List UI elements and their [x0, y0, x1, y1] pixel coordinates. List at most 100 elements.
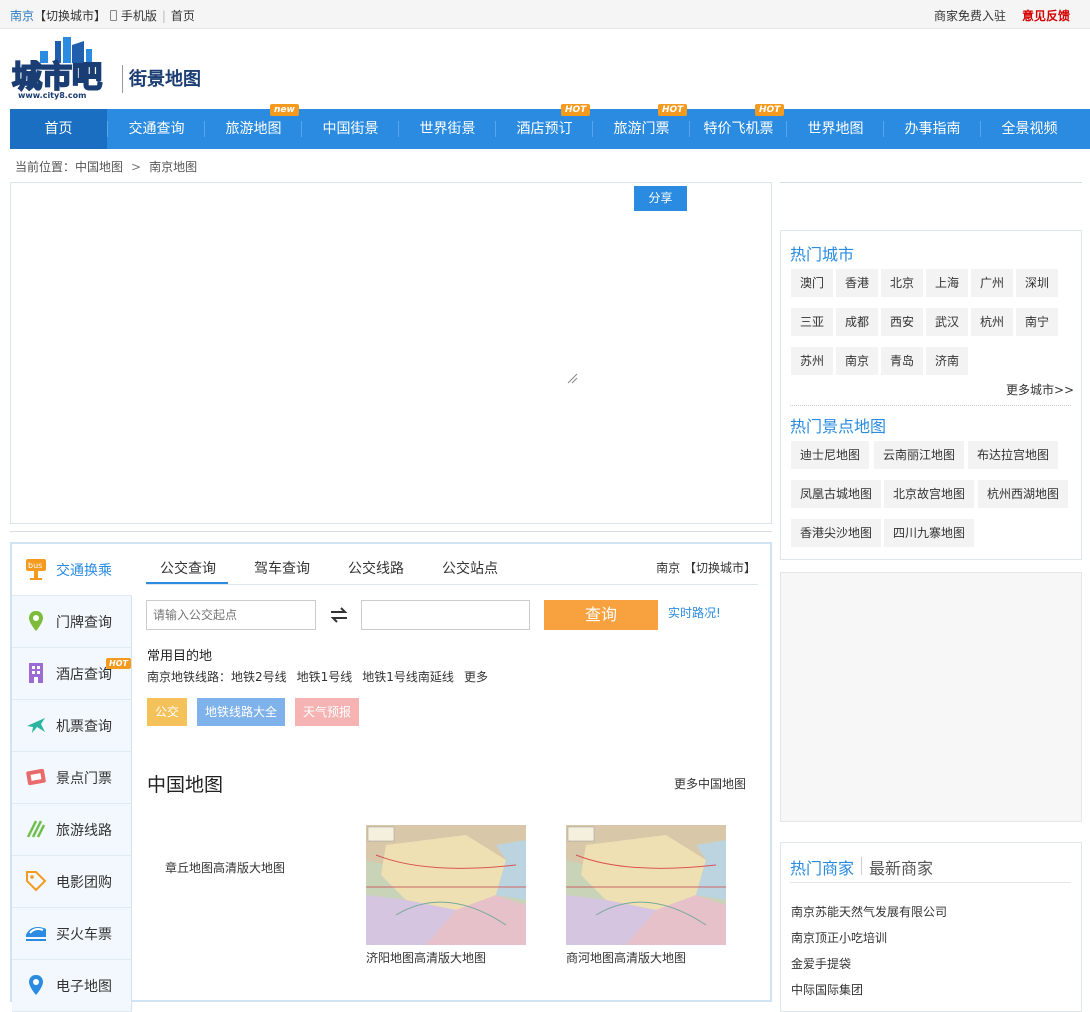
hot-spot-chip[interactable]: 布达拉宫地图 [968, 441, 1059, 469]
nav-item[interactable]: 全景视频 [981, 109, 1078, 149]
tag-metro-lines[interactable]: 地铁线路大全 [197, 698, 286, 726]
nav-item[interactable]: 首页 [10, 109, 107, 149]
hot-city-chip[interactable]: 南京 [836, 347, 879, 375]
bus-end-input[interactable] [361, 600, 530, 630]
site-header: 城市吧 www.city8.com 街景地图 [0, 29, 1090, 109]
train-icon [24, 921, 48, 945]
mobile-phone-icon [109, 10, 117, 21]
side-menu-item[interactable]: 旅游线路 [12, 804, 132, 856]
hot-city-chip[interactable]: 南宁 [1016, 308, 1059, 336]
hot-city-chip[interactable]: 青岛 [881, 347, 924, 375]
nav-item[interactable]: 世界街景 [399, 109, 496, 149]
side-menu-item[interactable]: 机票查询 [12, 700, 132, 752]
home-link[interactable]: 首页 [171, 9, 195, 23]
svg-text:bus: bus [28, 561, 42, 570]
metro-line-link[interactable]: 地铁1号线 [297, 670, 353, 684]
tab-hot-merchants[interactable]: 热门商家 [790, 855, 854, 879]
tab-drive-query[interactable]: 驾车查询 [254, 558, 310, 578]
hot-city-chip[interactable]: 西安 [881, 308, 924, 336]
hot-city-chip[interactable]: 香港 [836, 269, 879, 297]
hot-city-chip[interactable]: 济南 [926, 347, 969, 375]
hot-city-chip[interactable]: 北京 [881, 269, 924, 297]
side-menu-label: 门牌查询 [56, 615, 112, 631]
nav-item[interactable]: 办事指南 [884, 109, 981, 149]
china-map-item[interactable]: 济阳地图高清版大地图 [366, 949, 486, 966]
switch-city-link[interactable]: 【切换城市】 [34, 9, 106, 23]
side-menu-item[interactable]: 买火车票 [12, 908, 132, 960]
side-menu-label: 景点门票 [56, 771, 112, 787]
map-thumbnail[interactable] [366, 825, 526, 945]
nav-divider [204, 121, 205, 137]
nav-divider [107, 121, 108, 137]
feedback-link[interactable]: 意见反馈 [1022, 9, 1070, 23]
more-cities-link[interactable]: 更多城市>> [1006, 381, 1074, 398]
map-canvas[interactable] [10, 182, 772, 524]
resize-handle-icon[interactable] [566, 372, 578, 384]
bus-start-input[interactable] [146, 600, 316, 630]
side-menu-item[interactable]: 电影团购 [12, 856, 132, 908]
nav-item[interactable]: 中国街景 [302, 109, 399, 149]
china-map-more-link[interactable]: 更多中国地图 [674, 775, 746, 792]
share-button[interactable]: 分享 [634, 186, 687, 211]
tab-bus-lines[interactable]: 公交线路 [348, 558, 404, 578]
side-menu-item[interactable]: 电子地图 [12, 960, 132, 1012]
metro-line-link[interactable]: 地铁1号线南延线 [362, 670, 454, 684]
hot-spot-chip[interactable]: 杭州西湖地图 [978, 480, 1069, 508]
nav-divider [980, 121, 981, 137]
nav-divider [689, 121, 690, 137]
map-icon [24, 973, 48, 997]
hot-spot-chip[interactable]: 四川九寨地图 [884, 519, 975, 547]
hot-spot-chip[interactable]: 凤凰古城地图 [791, 480, 882, 508]
query-button[interactable]: 查询 [544, 600, 658, 630]
logo-url: www.city8.com [18, 91, 86, 100]
side-menu-item[interactable]: bus 交通换乘 [12, 544, 132, 596]
side-menu-item[interactable]: 门牌查询 [12, 596, 132, 648]
hot-spot-chip[interactable]: 云南丽江地图 [874, 441, 965, 469]
metro-line-link[interactable]: 地铁2号线 [231, 670, 287, 684]
side-menu-label: 酒店查询 [56, 667, 112, 683]
hot-city-chip[interactable]: 深圳 [1016, 269, 1059, 297]
nav-item[interactable]: 世界地图 [787, 109, 884, 149]
tab-new-merchants[interactable]: 最新商家 [869, 855, 933, 879]
tag-weather[interactable]: 天气预报 [295, 698, 360, 726]
tab-bus-stops[interactable]: 公交站点 [442, 558, 498, 578]
merchant-item[interactable]: 金爱手提袋 [791, 955, 851, 972]
right-top-rule [780, 182, 1082, 183]
merchant-join-link[interactable]: 商家免费入驻 [934, 9, 1006, 23]
current-city-link[interactable]: 南京 [10, 9, 34, 23]
map-thumbnail[interactable] [566, 825, 726, 945]
breadcrumb-nanjing-map[interactable]: 南京地图 [149, 160, 197, 174]
breadcrumb-china-map[interactable]: 中国地图 [75, 160, 123, 174]
hot-city-chip[interactable]: 上海 [926, 269, 969, 297]
tab-bus-query[interactable]: 公交查询 [160, 558, 216, 578]
hot-city-chip[interactable]: 成都 [836, 308, 879, 336]
side-menu-label: 电影团购 [56, 875, 112, 891]
nav-divider [301, 121, 302, 137]
hot-city-chip[interactable]: 武汉 [926, 308, 969, 336]
hot-city-chip[interactable]: 三亚 [791, 308, 834, 336]
swap-icon[interactable] [328, 605, 350, 625]
hot-city-chip[interactable]: 广州 [971, 269, 1014, 297]
merchant-item[interactable]: 南京苏能天然气发展有限公司 [791, 903, 947, 920]
mobile-version-link[interactable]: 手机版 [121, 9, 157, 23]
hot-spot-chip[interactable]: 北京故宫地图 [884, 480, 975, 508]
side-menu-item[interactable]: 酒店查询 HOT [12, 648, 132, 700]
hot-city-chip[interactable]: 苏州 [791, 347, 834, 375]
hot-city-chip[interactable]: 澳门 [791, 269, 834, 297]
china-map-item[interactable]: 商河地图高清版大地图 [566, 949, 686, 966]
tag-bus[interactable]: 公交 [147, 698, 188, 726]
site-logo[interactable]: 城市吧 www.city8.com [10, 35, 120, 101]
china-map-item[interactable]: 章丘地图高清版大地图 [165, 859, 285, 876]
tool-city-switch[interactable]: 南京 【切换城市】 [656, 559, 756, 576]
side-menu-item[interactable]: 景点门票 [12, 752, 132, 804]
hot-city-chip[interactable]: 杭州 [971, 308, 1014, 336]
realtime-traffic-link[interactable]: 实时路况! [668, 604, 721, 621]
nav-item[interactable]: 交通查询 [108, 109, 205, 149]
top-bar-left: 南京【切换城市】 手机版 | 首页 [10, 7, 195, 24]
metro-more-link[interactable]: 更多 [464, 670, 488, 684]
breadcrumb: 当前位置：中国地图 > 南京地图 [15, 158, 197, 175]
hot-spot-chip[interactable]: 迪士尼地图 [791, 441, 870, 469]
merchant-item[interactable]: 南京顶正小吃培训 [791, 929, 887, 946]
hot-spot-chip[interactable]: 香港尖沙地图 [791, 519, 882, 547]
merchant-item[interactable]: 中际国际集团 [791, 981, 863, 998]
